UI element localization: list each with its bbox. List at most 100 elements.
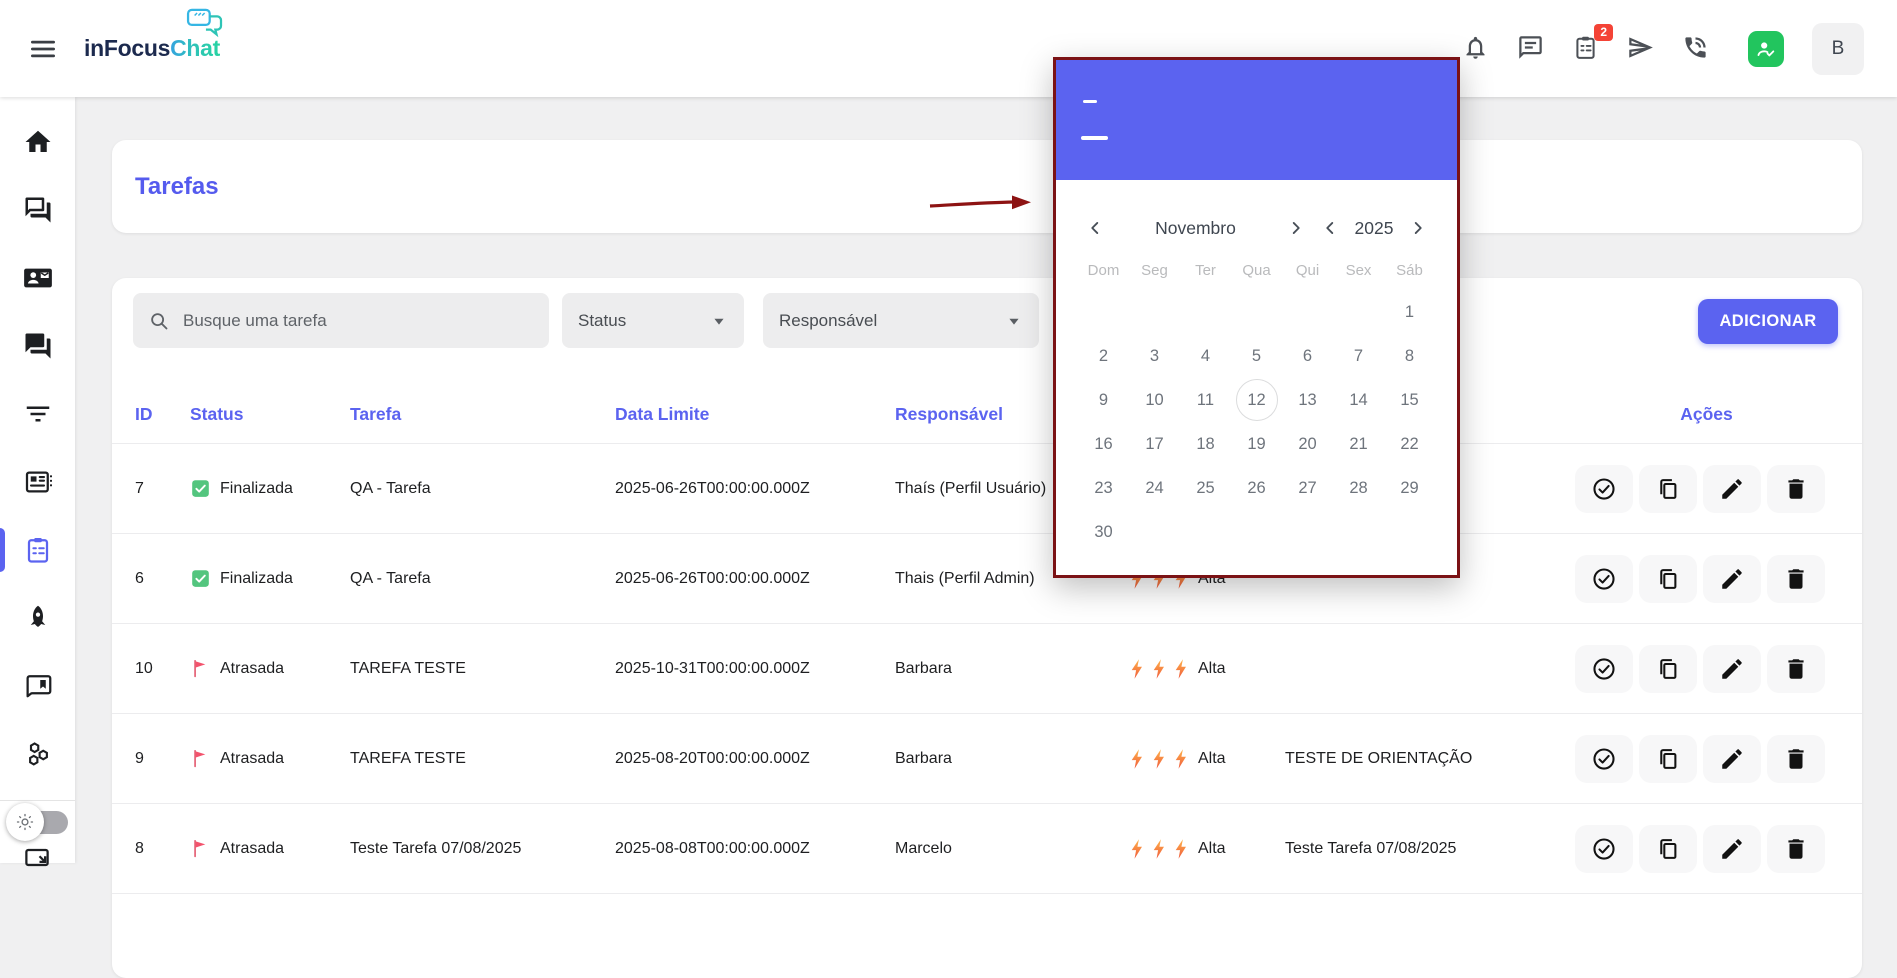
duplicate-button[interactable] — [1639, 464, 1697, 513]
prev-month-button[interactable] — [1082, 215, 1108, 241]
add-task-button[interactable]: ADICIONAR — [1698, 299, 1838, 344]
calendar-day-7[interactable]: 7 — [1333, 334, 1384, 378]
calendar-day-empty — [1180, 510, 1231, 554]
sidebar-item-quick-messages[interactable] — [0, 652, 75, 720]
calendar-day-25[interactable]: 25 — [1180, 466, 1231, 510]
prev-year-button[interactable] — [1317, 215, 1343, 241]
responsavel-filter-select[interactable]: Responsável — [763, 293, 1039, 348]
duplicate-button[interactable] — [1639, 824, 1697, 873]
calendar-day-18[interactable]: 18 — [1180, 422, 1231, 466]
complete-button[interactable] — [1575, 824, 1633, 873]
calendar-day-26[interactable]: 26 — [1231, 466, 1282, 510]
sidebar-item-contacts[interactable] — [0, 244, 75, 312]
delete-button[interactable] — [1767, 644, 1825, 693]
calendar-day-16[interactable]: 16 — [1078, 422, 1129, 466]
cell-status: Finalizada — [190, 478, 350, 499]
complete-button[interactable] — [1575, 644, 1633, 693]
calendar-day-3[interactable]: 3 — [1129, 334, 1180, 378]
calendar-day-21[interactable]: 21 — [1333, 422, 1384, 466]
avatar-button[interactable]: B — [1812, 22, 1864, 75]
search-box[interactable] — [133, 293, 549, 348]
search-input[interactable] — [181, 309, 534, 332]
header-tasks-button[interactable]: 2 — [1570, 23, 1613, 64]
sidebar — [0, 97, 75, 867]
calendar-day-30[interactable]: 30 — [1078, 510, 1129, 554]
cell-actions — [1575, 824, 1838, 873]
calendar-day-4[interactable]: 4 — [1180, 334, 1231, 378]
contact-icon — [23, 263, 53, 293]
next-year-button[interactable] — [1405, 215, 1431, 241]
calendar-day-13[interactable]: 13 — [1282, 378, 1333, 422]
calendar-day-22[interactable]: 22 — [1384, 422, 1435, 466]
theme-toggle[interactable] — [6, 803, 68, 841]
bolt-icon — [1152, 748, 1165, 769]
calendar-day-empty — [1129, 290, 1180, 334]
sun-icon — [15, 812, 35, 832]
header-internal-chat-button[interactable] — [1515, 34, 1545, 64]
calendar-day-5[interactable]: 5 — [1231, 334, 1282, 378]
duplicate-button[interactable] — [1639, 644, 1697, 693]
duplicate-button[interactable] — [1639, 734, 1697, 783]
next-month-button[interactable] — [1283, 215, 1309, 241]
header-send-button[interactable] — [1625, 34, 1655, 64]
header-calls-button[interactable] — [1680, 34, 1710, 64]
trash-icon — [1783, 566, 1809, 592]
copy-icon — [1655, 656, 1681, 682]
flag-icon — [190, 658, 211, 679]
calendar-day-1[interactable]: 1 — [1384, 290, 1435, 334]
cell-deadline: 2025-06-26T00:00:00.000Z — [615, 479, 810, 497]
status-filter-select[interactable]: Status — [562, 293, 744, 348]
cell-actions — [1575, 734, 1838, 783]
calendar-day-9[interactable]: 9 — [1078, 378, 1129, 422]
calendar-day-10[interactable]: 10 — [1129, 378, 1180, 422]
sidebar-item-filters[interactable] — [0, 380, 75, 448]
complete-button[interactable] — [1575, 464, 1633, 513]
copy-icon — [1655, 836, 1681, 862]
calendar-day-23[interactable]: 23 — [1078, 466, 1129, 510]
edit-button[interactable] — [1703, 554, 1761, 603]
menu-button[interactable] — [26, 34, 60, 64]
sidebar-item-tasks[interactable] — [0, 516, 75, 584]
complete-button[interactable] — [1575, 734, 1633, 783]
calendar-day-27[interactable]: 27 — [1282, 466, 1333, 510]
duplicate-button[interactable] — [1639, 554, 1697, 603]
calendar-day-2[interactable]: 2 — [1078, 334, 1129, 378]
sidebar-item-home[interactable] — [0, 108, 75, 176]
edit-button[interactable] — [1703, 824, 1761, 873]
delete-button[interactable] — [1767, 464, 1825, 513]
table-row-8: 8 Atrasada Teste Tarefa 07/08/2025 2025-08-… — [112, 804, 1862, 894]
pencil-icon — [1719, 836, 1745, 862]
calendar-day-24[interactable]: 24 — [1129, 466, 1180, 510]
sidebar-item-panels[interactable] — [0, 448, 75, 516]
agent-status-button[interactable] — [1748, 30, 1784, 67]
cell-task: TAREFA TESTE — [350, 659, 466, 677]
delete-button[interactable] — [1767, 734, 1825, 783]
status-label: Finalizada — [220, 479, 293, 497]
calendar-day-6[interactable]: 6 — [1282, 334, 1333, 378]
sidebar-item-campaigns[interactable] — [0, 584, 75, 652]
calendar-day-empty — [1231, 290, 1282, 334]
delete-button[interactable] — [1767, 554, 1825, 603]
sidebar-item-conversations[interactable] — [0, 312, 75, 380]
calendar-nav: Novembro 2025 — [1056, 200, 1457, 256]
calendar-day-28[interactable]: 28 — [1333, 466, 1384, 510]
sidebar-item-integrations[interactable] — [0, 720, 75, 788]
edit-button[interactable] — [1703, 734, 1761, 783]
calendar-day-17[interactable]: 17 — [1129, 422, 1180, 466]
calendar-day-15[interactable]: 15 — [1384, 378, 1435, 422]
header-notifications-button[interactable] — [1460, 34, 1490, 64]
calendar-day-20[interactable]: 20 — [1282, 422, 1333, 466]
calendar-day-12[interactable]: 12 — [1231, 378, 1282, 422]
calendar-day-29[interactable]: 29 — [1384, 466, 1435, 510]
sidebar-item-chats[interactable] — [0, 176, 75, 244]
complete-button[interactable] — [1575, 554, 1633, 603]
calendar-day-11[interactable]: 11 — [1180, 378, 1231, 422]
edit-button[interactable] — [1703, 644, 1761, 693]
calendar-day-19[interactable]: 19 — [1231, 422, 1282, 466]
edit-button[interactable] — [1703, 464, 1761, 513]
calendar-day-8[interactable]: 8 — [1384, 334, 1435, 378]
calendar-day-empty — [1129, 510, 1180, 554]
calendar-day-14[interactable]: 14 — [1333, 378, 1384, 422]
delete-button[interactable] — [1767, 824, 1825, 873]
screen-share-icon[interactable] — [22, 845, 52, 875]
